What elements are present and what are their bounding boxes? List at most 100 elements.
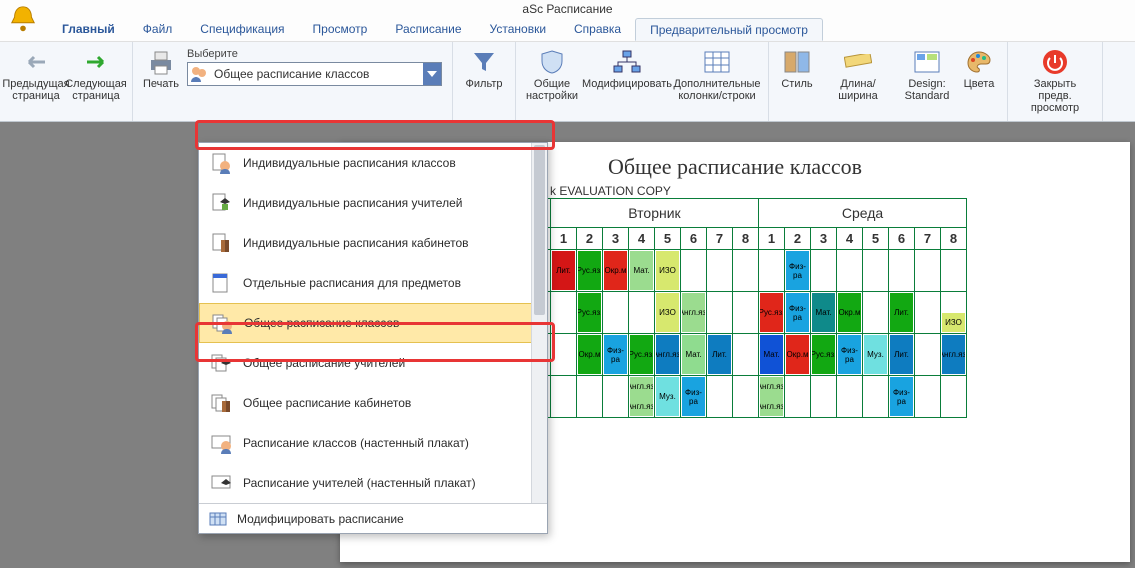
tab-5[interactable]: Установки <box>476 18 560 41</box>
dropdown-item-3[interactable]: Отдельные расписания для предметов <box>199 263 547 303</box>
dropdown-item-6[interactable]: Общее расписание кабинетов <box>199 383 547 423</box>
close-preview-button[interactable]: Закрыть предв. просмотр <box>1014 46 1096 118</box>
dropdown-item-2[interactable]: Индивидуальные расписания кабинетов <box>199 223 547 263</box>
cell <box>577 376 603 418</box>
colors-label: Цвета <box>964 78 995 90</box>
cell: Рус.яз. <box>577 292 603 334</box>
design-label: Design: Standard <box>899 78 955 102</box>
design-button[interactable]: Design: Standard <box>897 46 957 118</box>
cell <box>811 250 837 292</box>
size-button[interactable]: Длина/ширина <box>819 46 897 118</box>
select-label: Выберите <box>187 48 442 60</box>
modify-icon <box>209 509 229 529</box>
cell: Лит. <box>551 250 577 292</box>
cell: Рус.яз. <box>629 334 655 376</box>
cell <box>863 292 889 334</box>
dropdown-item-5[interactable]: Общее расписание учителей <box>199 343 547 383</box>
cell: Физ-ра <box>889 376 915 418</box>
cell: Лит. <box>707 334 733 376</box>
cell <box>915 292 941 334</box>
size-label: Длина/ширина <box>821 78 895 102</box>
dropdown-item-label: Общее расписание кабинетов <box>243 396 411 410</box>
cell: Мат. <box>811 292 837 334</box>
cell <box>759 250 785 292</box>
cell <box>733 292 759 334</box>
ribbon-tabs: ГлавныйФайлСпецификацияПросмотрРасписани… <box>0 18 1135 42</box>
report-dropdown: Индивидуальные расписания классов Индивид… <box>198 142 548 534</box>
print-button[interactable]: Печать <box>139 46 183 118</box>
cell: Рус.яз. <box>577 250 603 292</box>
dropdown-item-icon <box>209 351 233 375</box>
tab-0[interactable]: Главный <box>48 18 129 41</box>
cell: Мат. <box>681 334 707 376</box>
title-bar: aSc Расписание <box>0 0 1135 18</box>
dropdown-item-4[interactable]: Общее расписание классов <box>199 303 547 343</box>
tab-1[interactable]: Файл <box>129 18 187 41</box>
tab-6[interactable]: Справка <box>560 18 635 41</box>
dropdown-item-label: Общее расписание классов <box>244 316 399 330</box>
tab-7[interactable]: Предварительный просмотр <box>635 18 823 41</box>
general-settings-button[interactable]: Общие настройки <box>522 46 582 118</box>
tab-2[interactable]: Спецификация <box>186 18 298 41</box>
cell: Физ-ра <box>785 250 811 292</box>
ribbon: Предыдущая страница Следующая страница П… <box>0 42 1135 122</box>
style-button[interactable]: Стиль <box>775 46 819 118</box>
cell: Лит. <box>889 334 915 376</box>
cell <box>733 334 759 376</box>
cell <box>603 376 629 418</box>
cell <box>733 376 759 418</box>
cell: Физ-ра <box>603 334 629 376</box>
cell <box>837 250 863 292</box>
next-page-button[interactable]: Следующая страница <box>66 46 126 118</box>
cell <box>629 292 655 334</box>
next-page-label: Следующая страница <box>65 78 127 102</box>
cell: Окр.м <box>577 334 603 376</box>
cell <box>551 292 577 334</box>
dropdown-item-icon <box>210 311 234 335</box>
style-label: Стиль <box>781 78 812 90</box>
cell <box>915 250 941 292</box>
cell: Окр.м <box>837 292 863 334</box>
dropdown-item-label: Общее расписание учителей <box>243 356 405 370</box>
dropdown-item-label: Индивидуальные расписания учителей <box>243 196 462 210</box>
arrow-right-icon <box>82 48 110 76</box>
cell <box>863 250 889 292</box>
cell <box>603 292 629 334</box>
filter-button[interactable]: Фильтр <box>459 46 509 118</box>
layout-icon <box>783 48 811 76</box>
cell: Мат. <box>759 334 785 376</box>
report-select[interactable]: Общее расписание классов <box>187 62 442 86</box>
tab-3[interactable]: Просмотр <box>299 18 382 41</box>
dropdown-item-7[interactable]: Расписание классов (настенный плакат) <box>199 423 547 463</box>
dropdown-item-icon <box>209 151 233 175</box>
cell: ИЗО <box>655 250 681 292</box>
design-icon <box>913 48 941 76</box>
dropdown-item-icon <box>209 191 233 215</box>
shield-icon <box>538 48 566 76</box>
hierarchy-icon <box>613 48 641 76</box>
dropdown-item-8[interactable]: Расписание учителей (настенный плакат) <box>199 463 547 503</box>
general-label: Общие настройки <box>524 78 580 102</box>
dropdown-scrollbar[interactable] <box>531 143 547 503</box>
chevron-down-icon[interactable] <box>423 63 441 85</box>
dropdown-item-1[interactable]: Индивидуальные расписания учителей <box>199 183 547 223</box>
cell <box>837 376 863 418</box>
select-value: Общее расписание классов <box>210 67 423 81</box>
cell <box>863 376 889 418</box>
cell <box>915 376 941 418</box>
cell <box>941 376 967 418</box>
cell <box>707 376 733 418</box>
app-bell-icon <box>8 4 38 34</box>
cell: ИЗО <box>655 292 681 334</box>
modify-label: Модифицировать <box>582 78 672 90</box>
colors-button[interactable]: Цвета <box>957 46 1001 118</box>
modify-button[interactable]: Модифицировать <box>582 46 672 118</box>
dropdown-item-0[interactable]: Индивидуальные расписания классов <box>199 143 547 183</box>
extra-cols-button[interactable]: Дополнительные колонки/строки <box>672 46 762 118</box>
cell: Физ-ра <box>681 376 707 418</box>
tab-4[interactable]: Расписание <box>381 18 475 41</box>
funnel-icon <box>470 48 498 76</box>
prev-page-button[interactable]: Предыдущая страница <box>6 46 66 118</box>
cell <box>811 376 837 418</box>
dropdown-footer[interactable]: Модифицировать расписание <box>199 503 547 533</box>
